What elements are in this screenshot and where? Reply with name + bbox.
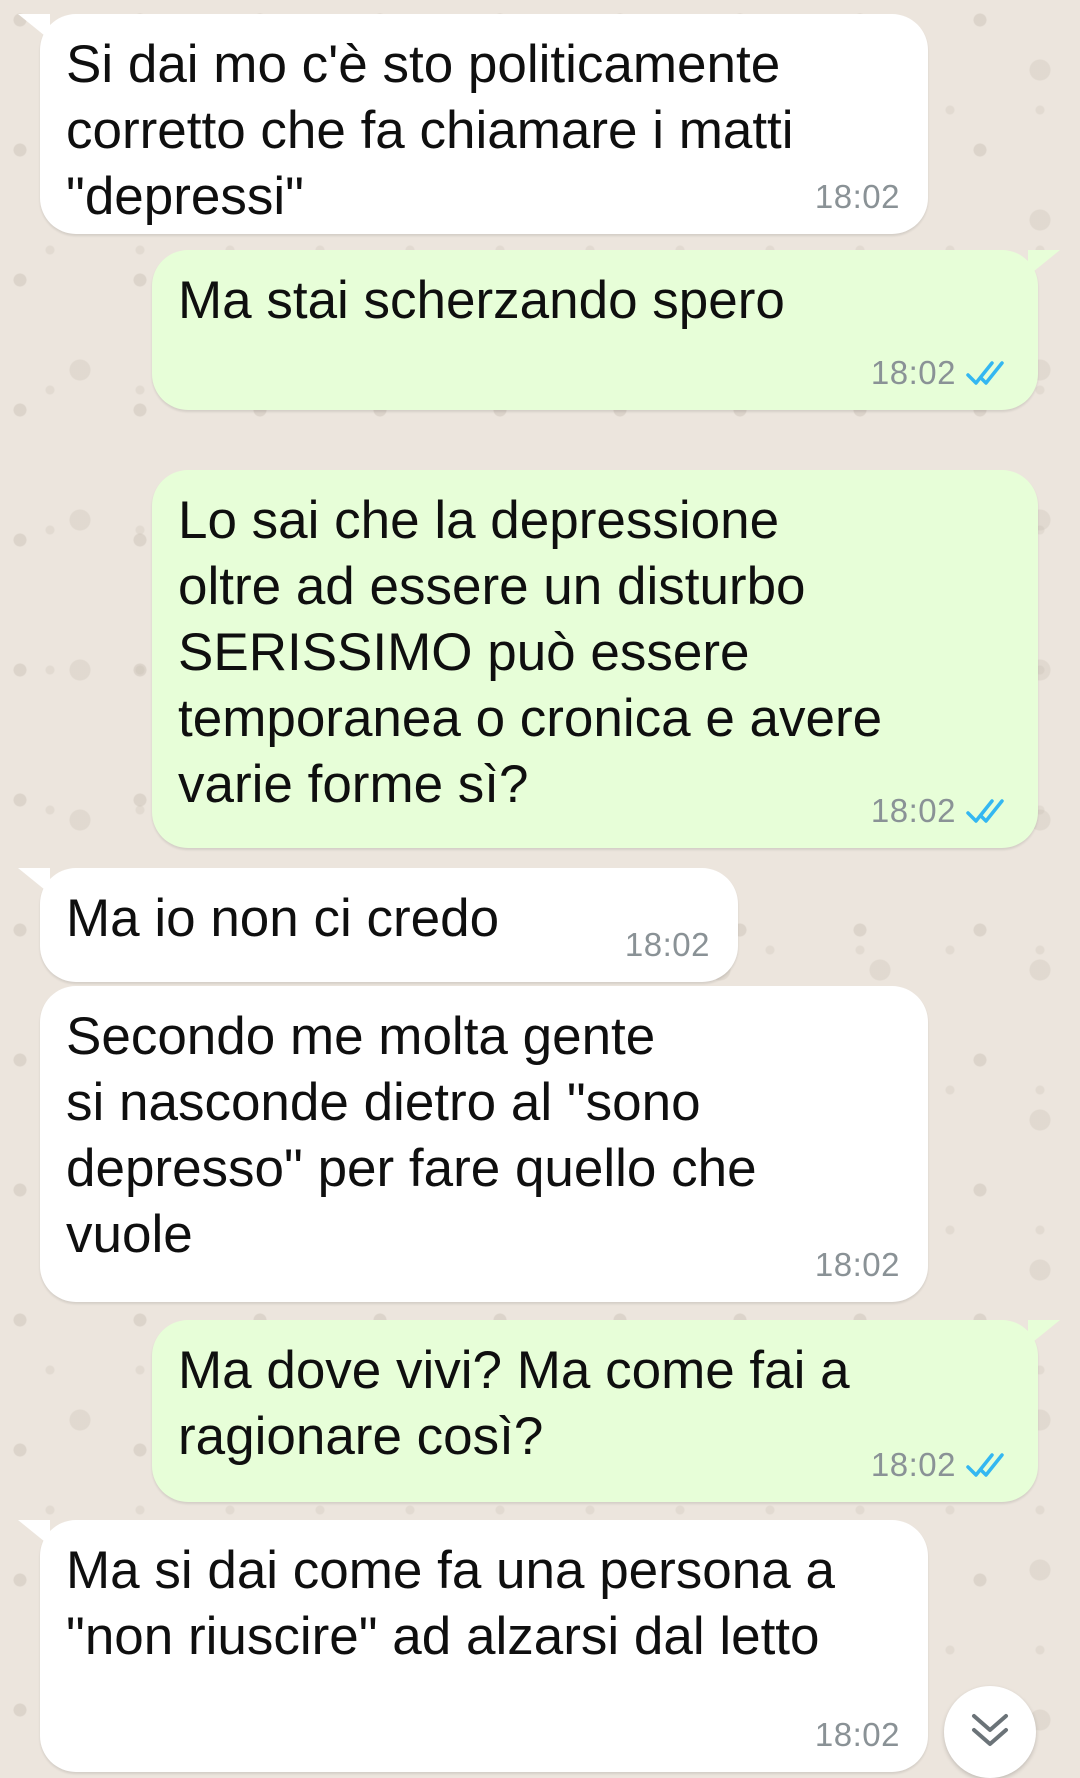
message-time: 18:02 <box>814 1716 900 1753</box>
scroll-to-bottom-button[interactable] <box>944 1686 1036 1778</box>
message-text: Ma stai scherzando spero <box>178 271 785 330</box>
message-time: 18:02 <box>624 926 710 963</box>
message-text: Si dai mo c'è sto politicamente corretto… <box>66 35 794 226</box>
double-check-read-icon <box>966 797 1010 825</box>
message-meta: 18:02 <box>625 926 710 964</box>
outgoing-message[interactable]: Ma stai scherzando spero 18:02 <box>152 250 1060 410</box>
message-text: Ma io non ci credo <box>66 889 500 948</box>
message-time: 18:02 <box>814 178 900 215</box>
message-text: Secondo me molta gente si nasconde dietr… <box>66 1007 757 1264</box>
double-check-read-icon <box>966 359 1010 387</box>
message-time: 18:02 <box>814 1246 900 1283</box>
message-time: 18:02 <box>870 792 956 829</box>
message-meta: 18:02 <box>871 354 1010 392</box>
message-time: 18:02 <box>870 354 956 391</box>
message-meta: 18:02 <box>871 1446 1010 1484</box>
message-text: Ma si dai come fa una persona a "non riu… <box>66 1541 835 1666</box>
message-time: 18:02 <box>870 1446 956 1483</box>
outgoing-message[interactable]: Lo sai che la depressione oltre ad esser… <box>152 470 1038 848</box>
incoming-message[interactable]: Ma io non ci credo 18:02 <box>18 868 738 982</box>
message-text: Lo sai che la depressione oltre ad esser… <box>178 491 883 814</box>
outgoing-message[interactable]: Ma dove vivi? Ma come fai a ragionare co… <box>152 1320 1060 1502</box>
message-meta: 18:02 <box>815 1246 900 1284</box>
message-meta: 18:02 <box>871 792 1010 830</box>
double-check-read-icon <box>966 1451 1010 1479</box>
incoming-message[interactable]: Secondo me molta gente si nasconde dietr… <box>40 986 928 1302</box>
incoming-message[interactable]: Si dai mo c'è sto politicamente corretto… <box>18 14 928 234</box>
incoming-message[interactable]: Ma si dai come fa una persona a "non riu… <box>18 1520 928 1772</box>
message-meta: 18:02 <box>815 1716 900 1754</box>
double-chevron-down-icon <box>968 1710 1012 1755</box>
message-meta: 18:02 <box>815 178 900 216</box>
